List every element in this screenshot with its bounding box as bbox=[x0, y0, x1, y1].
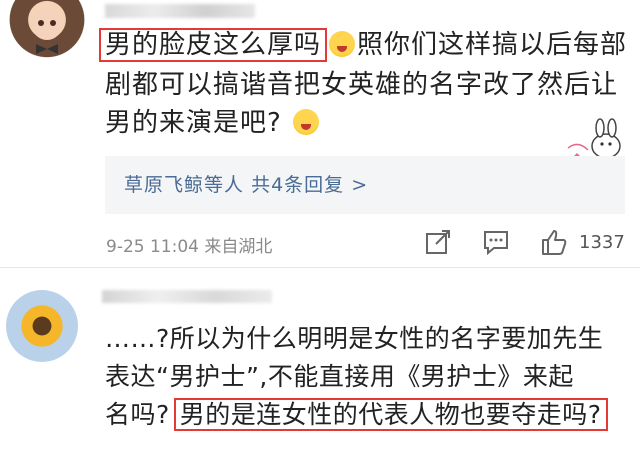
blurred-username[interactable] bbox=[105, 4, 255, 18]
user-avatar[interactable] bbox=[6, 0, 88, 66]
comment-line-2: 表达“男护士”,不能直接用《男护士》来起 bbox=[105, 362, 574, 391]
highlighted-phrase: 男的是连女性的代表人物也要夺走吗? bbox=[173, 398, 608, 431]
comment-line-3: 名吗? 男的是连女性的代表人物也要夺走吗? bbox=[105, 397, 608, 433]
scream-emoji-icon bbox=[329, 31, 356, 57]
comment-line-1: 男的脸皮这么厚吗 照你们这样搞以后每部 bbox=[99, 26, 627, 64]
comment-line-2: 剧都可以搞谐音把女英雄的名字改了然后让 bbox=[105, 70, 619, 100]
user-avatar[interactable] bbox=[6, 290, 78, 362]
divider bbox=[0, 267, 640, 268]
comment-icon[interactable] bbox=[482, 228, 510, 256]
like-count: 1337 bbox=[579, 232, 625, 253]
comment-meta: 9-25 11:04 来自湖北 bbox=[106, 237, 273, 257]
comment-line-3: 男的来演是吧? bbox=[105, 104, 321, 142]
replies-link[interactable]: 草原飞鲸等人 共4条回复 > bbox=[124, 170, 368, 197]
scream-emoji-icon bbox=[293, 109, 320, 135]
comment-line-1: ……?所以为什么明明是女性的名字要加先生 bbox=[105, 324, 604, 353]
blurred-username[interactable] bbox=[102, 290, 272, 303]
like-icon[interactable] bbox=[540, 228, 568, 256]
share-icon[interactable] bbox=[424, 228, 452, 256]
highlighted-phrase: 男的脸皮这么厚吗 bbox=[99, 28, 328, 62]
